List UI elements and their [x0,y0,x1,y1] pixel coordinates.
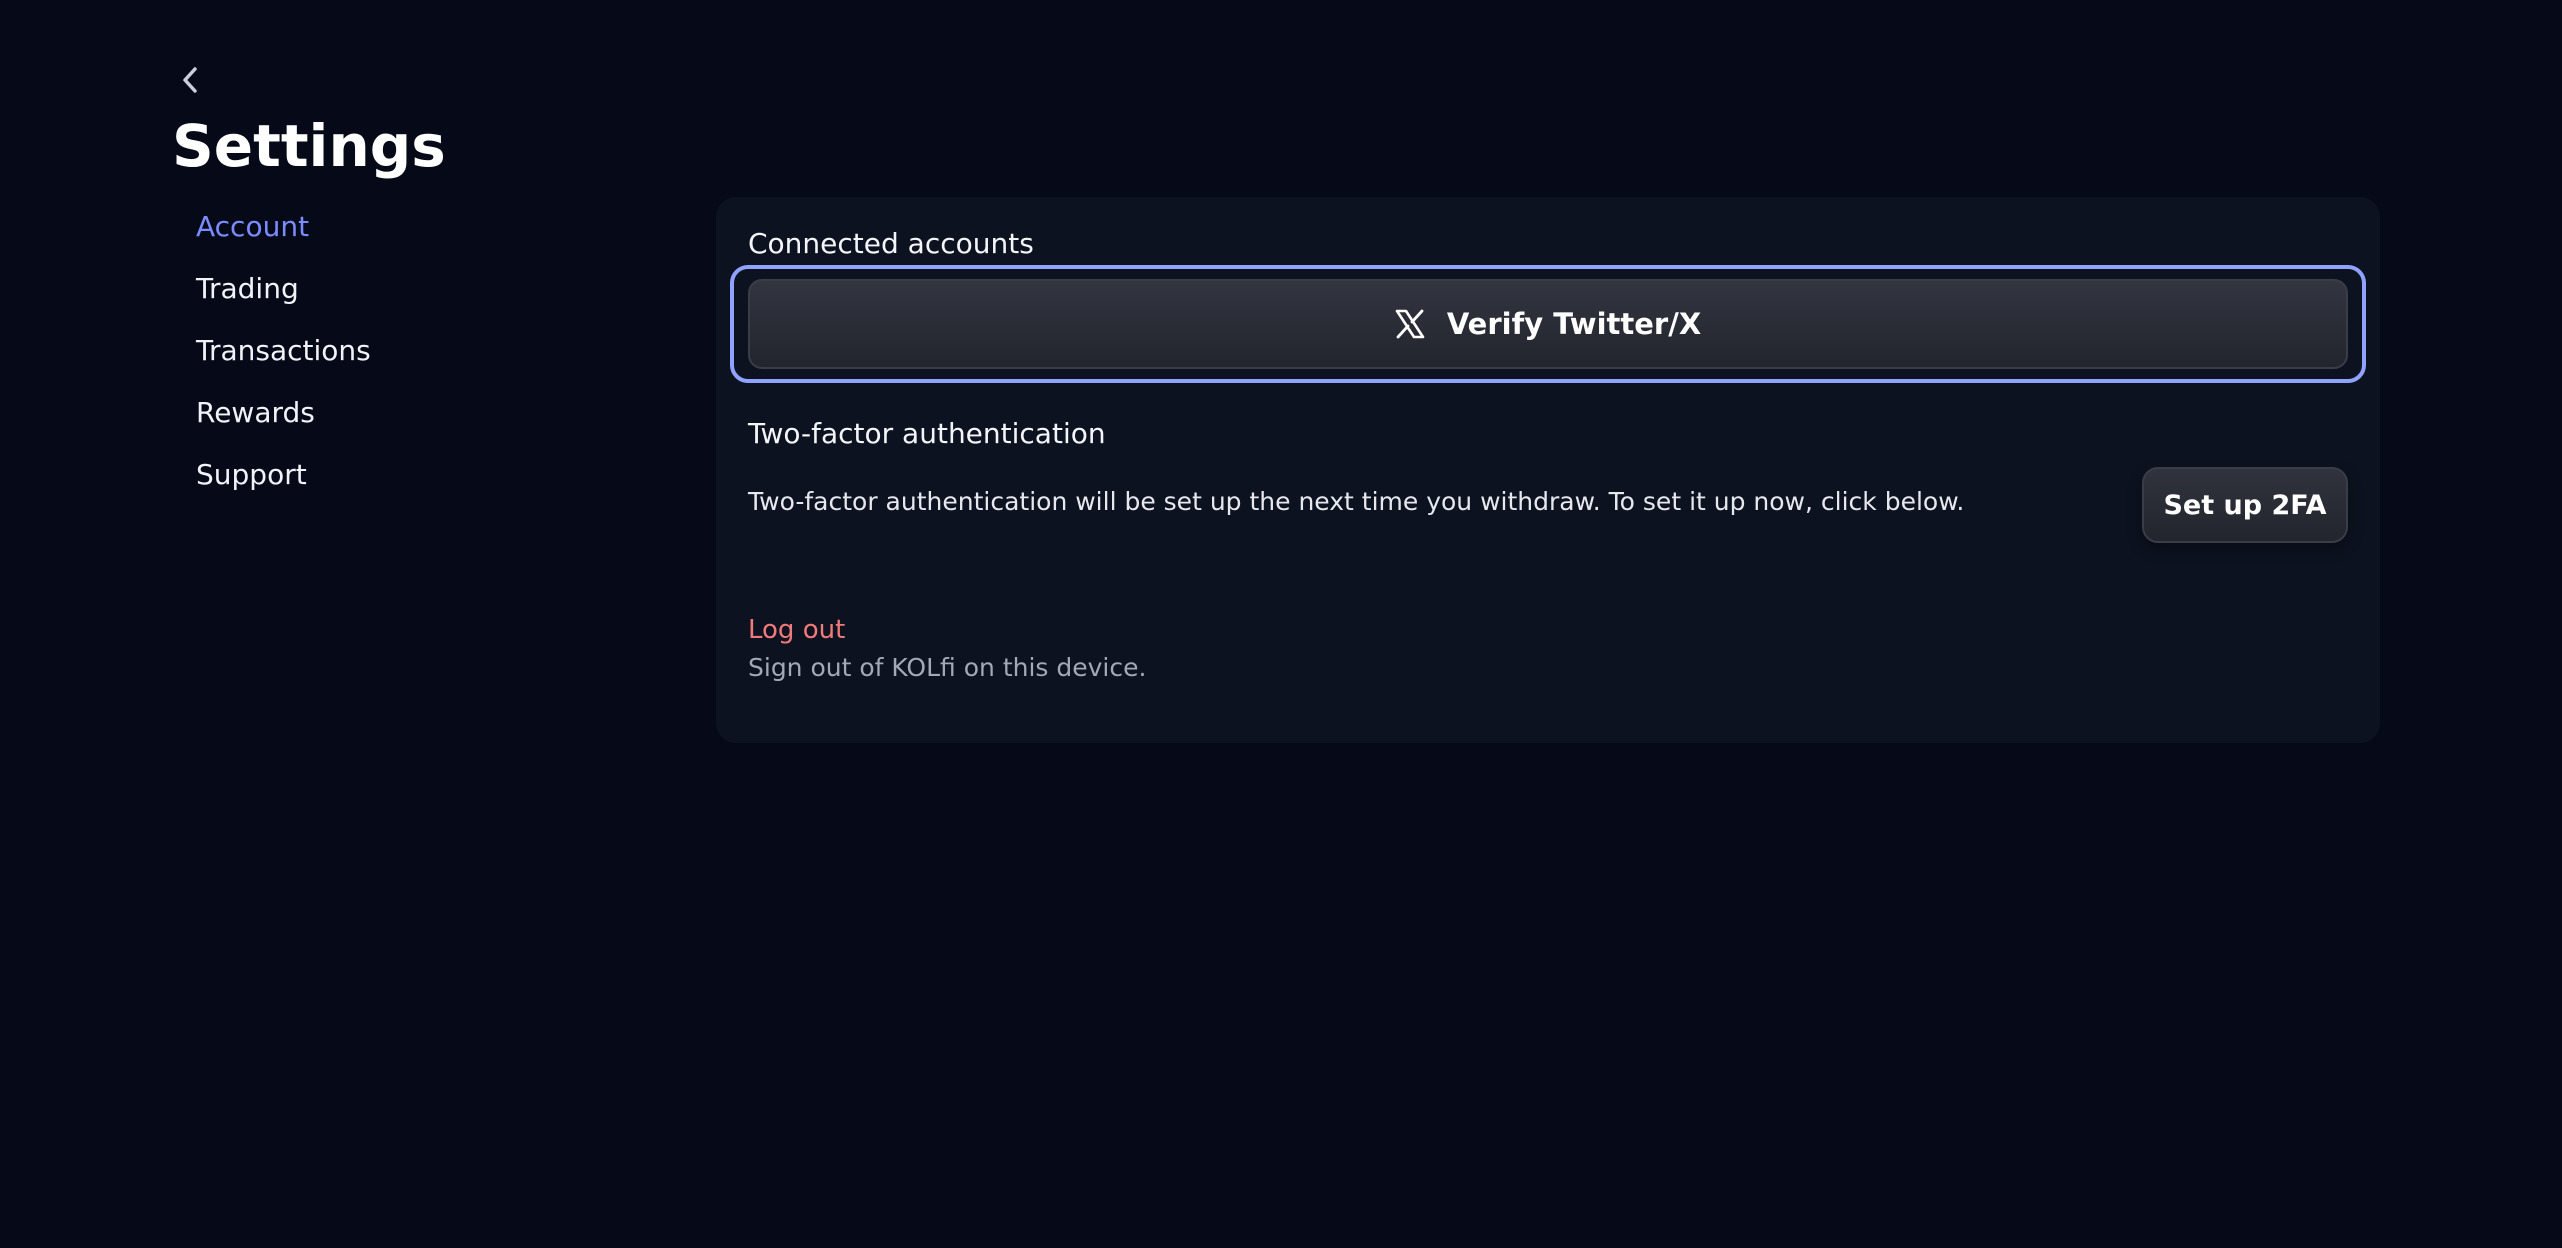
x-logo-icon [1395,309,1425,339]
setup-2fa-button[interactable]: Set up 2FA [2142,467,2348,543]
connected-accounts-title: Connected accounts [748,227,1034,260]
logout-link[interactable]: Log out [748,615,845,645]
page-title: Settings [172,112,446,180]
chevron-left-icon [183,67,197,93]
logout-description: Sign out of KOLfi on this device. [748,653,1147,682]
verify-twitter-label: Verify Twitter/X [1446,307,1702,341]
back-button[interactable] [170,60,210,100]
sidebar-item-trading[interactable]: Trading [196,262,496,324]
account-settings-card: Connected accounts Verify Twitter/X Two-… [716,197,2380,743]
sidebar-item-rewards[interactable]: Rewards [196,386,496,448]
sidebar-item-account[interactable]: Account [196,200,496,262]
sidebar-item-transactions[interactable]: Transactions [196,324,496,386]
two-factor-title: Two-factor authentication [748,417,1106,450]
two-factor-description: Two-factor authentication will be set up… [748,487,1965,516]
settings-page: Settings Account Trading Transactions Re… [0,0,2562,1248]
settings-sidebar: Account Trading Transactions Rewards Sup… [196,200,496,510]
sidebar-item-support[interactable]: Support [196,448,496,510]
verify-twitter-button[interactable]: Verify Twitter/X [748,279,2348,369]
